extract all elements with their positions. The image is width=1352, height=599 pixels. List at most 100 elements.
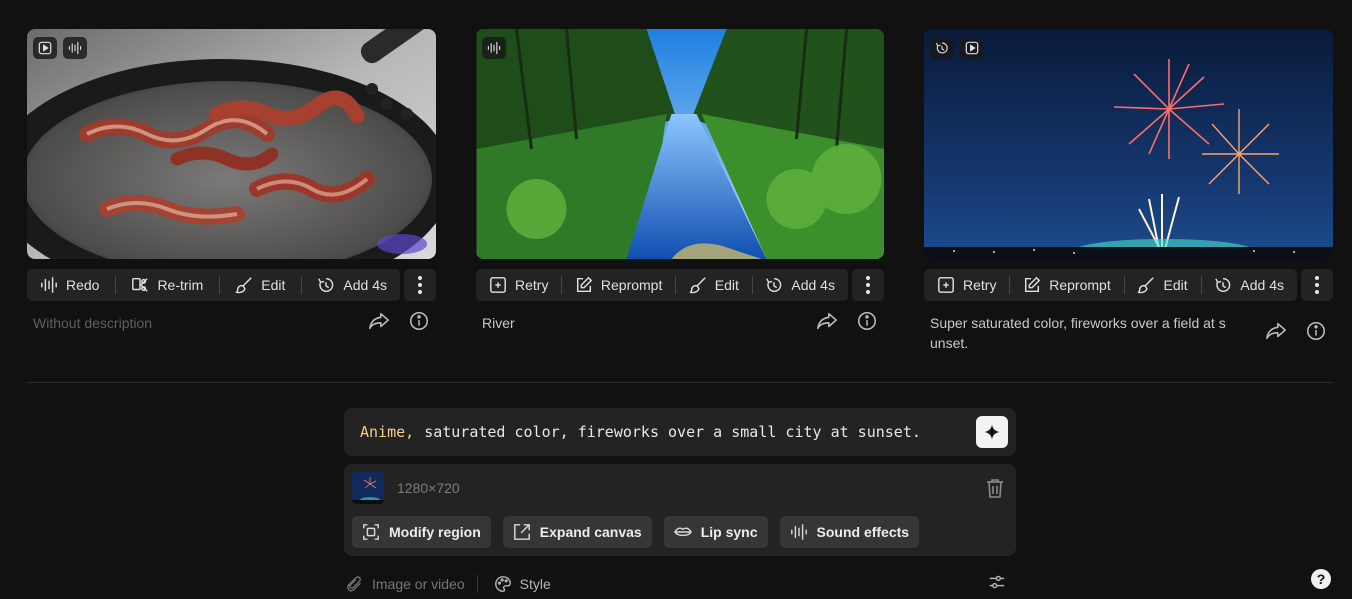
bacon-pan-image <box>27 29 436 259</box>
lip-sync-label: Lip sync <box>700 524 758 540</box>
badge-row <box>930 37 984 59</box>
lip-sync-button[interactable]: Lip sync <box>663 516 768 548</box>
help-button[interactable]: ? <box>1311 569 1331 589</box>
settings-button[interactable] <box>988 573 1006 596</box>
action-separator <box>675 276 677 294</box>
retry-label: Retry <box>515 277 549 293</box>
action-bar: Redo Re-trim Edit Add 4s <box>27 269 436 301</box>
description-row: River <box>476 311 884 333</box>
action-separator <box>561 276 563 294</box>
video-card-3: Retry Reprompt Edit Add 4s Super saturated … <box>924 29 1333 353</box>
brush-icon <box>689 276 707 294</box>
expand-canvas-button[interactable]: Expand canvas <box>502 516 652 548</box>
prompt-options-bar: Image or video Style <box>344 572 1016 596</box>
palette-icon <box>494 576 511 592</box>
more-vertical-icon <box>866 276 870 294</box>
share-icon[interactable] <box>816 310 838 337</box>
brush-icon <box>235 276 253 294</box>
prompt-style-keyword: Anime, <box>360 423 415 441</box>
description-row: Super saturated color, fireworks over a … <box>924 313 1333 353</box>
style-button[interactable]: Style <box>492 575 551 593</box>
retry-button[interactable]: Retry <box>480 269 557 301</box>
add-4s-label: Add 4s <box>1240 277 1284 293</box>
share-icon[interactable] <box>1265 320 1287 347</box>
delete-attachment-button[interactable] <box>986 478 1004 503</box>
audio-waveform-icon <box>63 37 87 59</box>
prompt-text: saturated color, fireworks over a small … <box>424 423 921 441</box>
audio-waveform-icon <box>40 276 58 294</box>
play-icon <box>960 37 984 59</box>
audio-waveform-icon <box>790 524 807 540</box>
add-4s-button[interactable]: Add 4s <box>1205 269 1293 301</box>
sliders-icon <box>989 575 1005 588</box>
reprompt-label: Reprompt <box>1049 277 1111 293</box>
bottom-bar-divider <box>476 575 478 593</box>
sound-effects-label: Sound effects <box>816 524 910 540</box>
reprompt-button[interactable]: Reprompt <box>1014 269 1119 301</box>
info-icon[interactable] <box>856 310 878 337</box>
pencil-square-icon <box>1023 276 1041 294</box>
description-text: Without description <box>33 315 153 331</box>
add-4s-button[interactable]: Add 4s <box>756 269 844 301</box>
style-label: Style <box>519 576 551 592</box>
action-separator <box>1009 276 1011 294</box>
video-card-1: Redo Re-trim Edit Add 4s Without descriptio… <box>27 29 436 333</box>
action-separator <box>114 276 116 294</box>
edit-button[interactable]: Edit <box>680 269 748 301</box>
timer-plus-icon <box>930 37 954 59</box>
prompt-input[interactable]: Anime, saturated color, fireworks over a… <box>344 408 1016 456</box>
image-or-video-button[interactable]: Image or video <box>344 575 465 593</box>
more-options-button[interactable] <box>852 269 884 301</box>
action-bar: Retry Reprompt Edit Add 4s <box>924 269 1333 301</box>
retrim-icon <box>131 276 149 294</box>
timer-plus-icon <box>317 276 335 294</box>
action-bar: Retry Reprompt Edit Add 4s <box>476 269 884 301</box>
action-separator <box>751 276 753 294</box>
modify-region-button[interactable]: Modify region <box>352 516 491 548</box>
video-thumbnail[interactable] <box>476 29 884 259</box>
add-4s-label: Add 4s <box>343 277 387 293</box>
sound-effects-button[interactable]: Sound effects <box>779 516 920 548</box>
info-icon[interactable] <box>408 310 430 337</box>
image-or-video-label: Image or video <box>372 576 465 592</box>
modify-region-label: Modify region <box>389 524 481 540</box>
more-vertical-icon <box>1315 276 1319 294</box>
reprompt-button[interactable]: Reprompt <box>566 269 671 301</box>
lips-icon <box>673 527 692 537</box>
edit-label: Edit <box>261 277 286 293</box>
region-select-icon <box>363 524 379 540</box>
action-separator <box>1200 276 1202 294</box>
fireworks-thumbnail-image <box>352 472 384 504</box>
play-icon <box>33 37 57 59</box>
section-divider <box>27 382 1333 383</box>
more-options-button[interactable] <box>1301 269 1333 301</box>
info-icon[interactable] <box>1305 320 1327 347</box>
timer-plus-icon <box>1214 276 1232 294</box>
more-options-button[interactable] <box>404 269 436 301</box>
share-icon[interactable] <box>368 310 390 337</box>
action-separator <box>218 276 220 294</box>
redo-button[interactable]: Redo <box>31 269 108 301</box>
edit-label: Edit <box>714 277 739 293</box>
edit-button[interactable]: Edit <box>1128 269 1196 301</box>
attachment-thumbnail[interactable] <box>352 472 384 504</box>
expand-icon <box>513 524 530 540</box>
video-thumbnail[interactable] <box>27 29 436 259</box>
brush-icon <box>1137 276 1155 294</box>
add-4s-button[interactable]: Add 4s <box>308 269 396 301</box>
reprompt-label: Reprompt <box>600 277 663 293</box>
retry-button[interactable]: Retry <box>928 269 1005 301</box>
description-line-2: unset. <box>930 335 969 351</box>
badge-row <box>33 37 87 59</box>
trash-icon <box>987 479 1003 498</box>
retry-icon <box>937 276 955 294</box>
river-image <box>476 29 884 259</box>
re-trim-button[interactable]: Re-trim <box>122 269 212 301</box>
generate-button[interactable] <box>976 416 1008 448</box>
audio-waveform-icon <box>482 37 506 59</box>
timer-plus-icon <box>765 276 783 294</box>
retry-label: Retry <box>963 277 997 293</box>
edit-button[interactable]: Edit <box>226 269 294 301</box>
video-thumbnail[interactable] <box>924 29 1333 259</box>
add-4s-label: Add 4s <box>791 277 835 293</box>
